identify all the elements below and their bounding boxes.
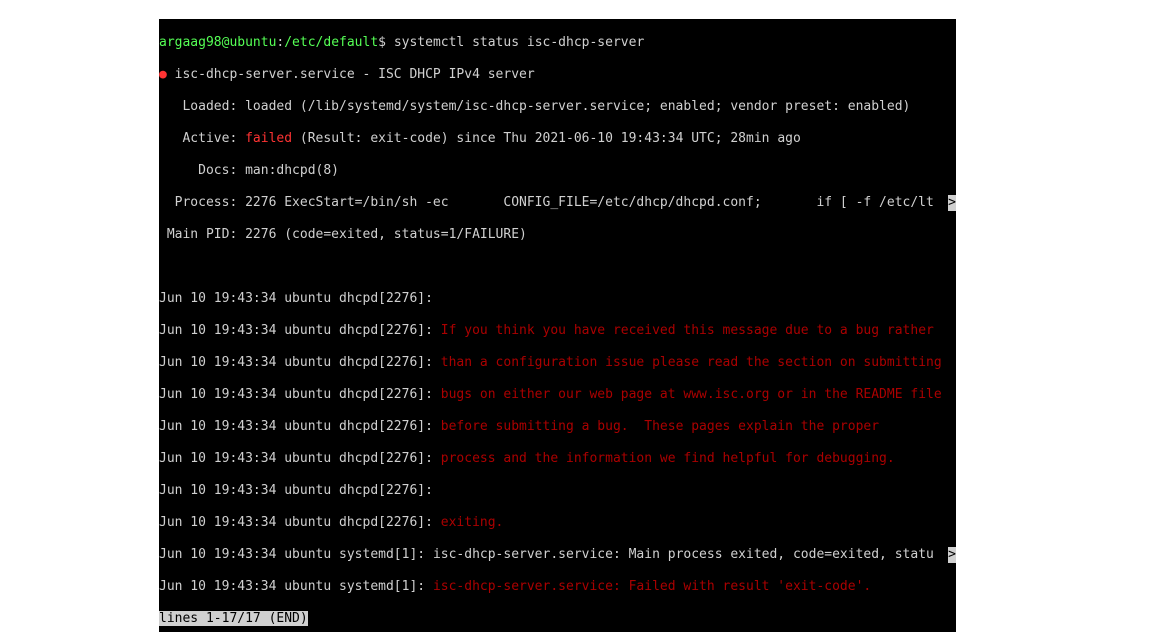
mainpid-line: Main PID: 2276 (code=exited, status=1/FA… bbox=[159, 227, 956, 243]
log-line: Jun 10 19:43:34 ubuntu dhcpd[2276]: bbox=[159, 483, 956, 499]
command: systemctl status isc-dhcp-server bbox=[394, 35, 644, 50]
log-line: Jun 10 19:43:34 ubuntu dhcpd[2276]: bugs… bbox=[159, 387, 956, 403]
systemd-log-line: Jun 10 19:43:34 ubuntu systemd[1]: isc-d… bbox=[159, 579, 956, 595]
user-host: argaag98@ubuntu bbox=[159, 35, 276, 50]
terminal-window[interactable]: argaag98@ubuntu:/etc/default$ systemctl … bbox=[159, 19, 956, 632]
status-dot-icon: ● bbox=[159, 67, 167, 82]
process-line: Process: 2276 ExecStart=/bin/sh -ec CONF… bbox=[159, 195, 934, 211]
log-line: Jun 10 19:43:34 ubuntu dhcpd[2276]: befo… bbox=[159, 419, 956, 435]
active-line: Active: failed (Result: exit-code) since… bbox=[159, 131, 956, 147]
systemd-log-line: Jun 10 19:43:34 ubuntu systemd[1]: isc-d… bbox=[159, 547, 934, 563]
log-line: Jun 10 19:43:34 ubuntu dhcpd[2276]: exit… bbox=[159, 515, 956, 531]
service-header: ● isc-dhcp-server.service - ISC DHCP IPv… bbox=[159, 67, 956, 83]
scroll-indicator-icon: > bbox=[948, 547, 956, 563]
log-line: Jun 10 19:43:34 ubuntu dhcpd[2276]: than… bbox=[159, 355, 956, 371]
log-line: Jun 10 19:43:34 ubuntu dhcpd[2276]: If y… bbox=[159, 323, 956, 339]
log-line: Jun 10 19:43:34 ubuntu dhcpd[2276]: proc… bbox=[159, 451, 956, 467]
loaded-line: Loaded: loaded (/lib/systemd/system/isc-… bbox=[159, 99, 956, 115]
cwd: /etc/default bbox=[284, 35, 378, 50]
scroll-indicator-icon: > bbox=[948, 195, 956, 211]
pager-status: lines 1-17/17 (END) bbox=[159, 611, 956, 627]
docs-line: Docs: man:dhcpd(8) bbox=[159, 163, 956, 179]
prompt-line: argaag98@ubuntu:/etc/default$ systemctl … bbox=[159, 35, 956, 51]
status-failed: failed bbox=[245, 131, 292, 146]
log-line: Jun 10 19:43:34 ubuntu dhcpd[2276]: bbox=[159, 291, 956, 307]
